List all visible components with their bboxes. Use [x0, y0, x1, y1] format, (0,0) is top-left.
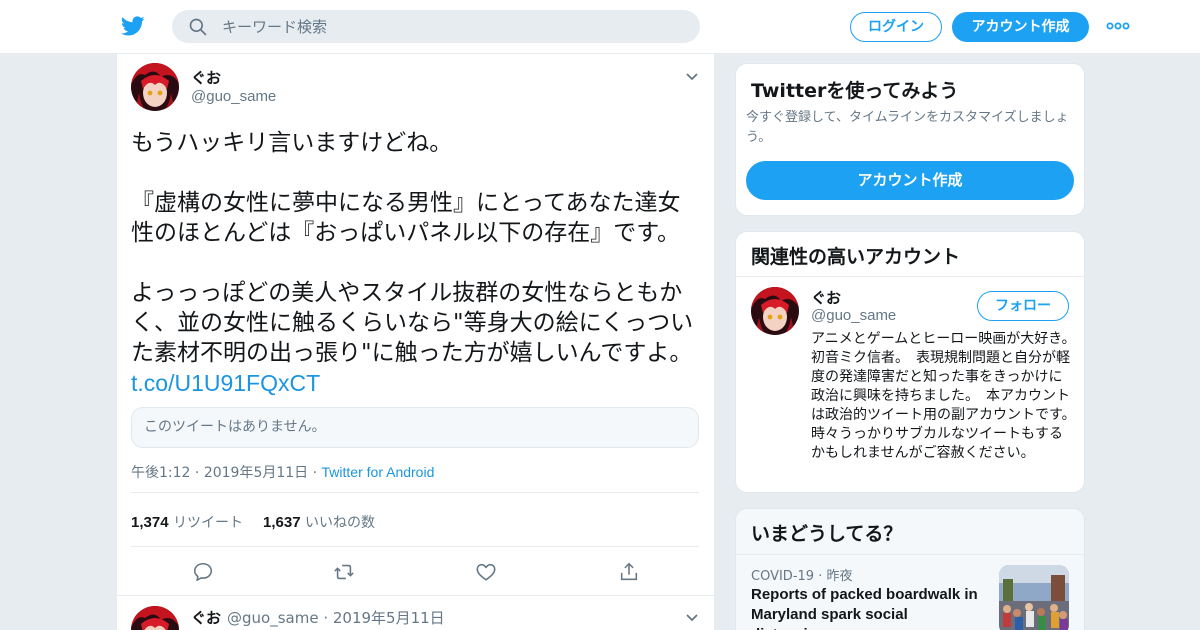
retweet-label[interactable]: リツイート [173, 515, 243, 531]
related-name[interactable]: ぐお [811, 287, 841, 308]
whats-happening-card: いまどうしてる？ COVID-19 · 昨夜 Reports of packed… [735, 508, 1085, 630]
meta-separator: · [190, 465, 204, 481]
login-button[interactable]: ログイン [850, 12, 942, 42]
trend-image[interactable] [999, 565, 1069, 630]
share-icon[interactable] [618, 561, 640, 583]
divider [736, 554, 1084, 555]
tweet-meta: 午後1:12 · 2019年5月11日 · Twitter for Androi… [131, 462, 434, 482]
trend-headline[interactable]: Reports of packed boardwalk in Maryland … [751, 585, 983, 630]
retweet-count[interactable]: 1,374 [131, 514, 169, 531]
divider [131, 546, 699, 547]
more-dots-icon[interactable] [1106, 18, 1130, 34]
signup-card: Twitterを使ってみよう 今すぐ登録して、タイムラインをカスタマイズしましょ… [735, 63, 1085, 216]
divider [736, 276, 1084, 277]
trend-meta: COVID-19 · 昨夜 [751, 565, 852, 584]
tweet-paragraph: もうハッキリ言いますけどね。 [131, 130, 453, 156]
like-icon[interactable] [475, 561, 497, 583]
related-bio: アニメとゲームとヒーロー映画が大好き。 初音ミク信者。 表現規制問題と自分が軽度… [811, 331, 1083, 461]
author-handle[interactable]: @guo_same [191, 88, 276, 105]
search-box[interactable] [172, 10, 700, 43]
next-tweet-author-handle[interactable]: @guo_same [227, 609, 319, 627]
tweet-column: ぐお @guo_same もうハッキリ言いますけどね。 『虚構の女性に夢中になる… [116, 54, 715, 630]
whats-happening-title: いまどうしてる？ [751, 523, 903, 545]
meta-separator: · [308, 465, 322, 481]
avatar[interactable] [131, 63, 179, 111]
tweet-link[interactable]: t.co/U1U91FQxCT [131, 370, 320, 396]
meta-separator: · [814, 569, 827, 584]
trend-time: 昨夜 [826, 569, 853, 584]
related-accounts-card: 関連性の高いアカウント ぐお @guo_same フォロー アニメとゲームとヒー… [735, 231, 1085, 493]
tweet-stats: 1,374 リツイート 1,637 いいねの数 [131, 512, 375, 532]
divider [131, 492, 699, 493]
tweet-paragraph-text: よっっっぽどの美人やスタイル抜群の女性ならともかく、並の女性に触るくらいなら"等… [131, 280, 700, 366]
search-input[interactable] [222, 10, 682, 43]
signup-card-subtitle: 今すぐ登録して、タイムラインをカスタマイズしましょう。 [746, 110, 1069, 145]
next-tweet-author-name[interactable]: ぐお [191, 607, 221, 628]
reply-icon[interactable] [192, 561, 214, 583]
related-handle[interactable]: @guo_same [811, 307, 896, 324]
tweet-paragraph: 『虚構の女性に夢中になる男性』にとってあなた達女性のほとんどは『おっぱいパネル以… [131, 190, 681, 246]
search-icon [189, 18, 207, 36]
follow-button[interactable]: フォロー [977, 291, 1069, 321]
meta-separator: · [318, 609, 333, 627]
tweet-date[interactable]: 2019年5月11日 [204, 465, 308, 481]
tweet-source[interactable]: Twitter for Android [322, 464, 435, 480]
retweet-icon[interactable] [333, 561, 355, 583]
tweet-text: もうハッキリ言いますけどね。 『虚構の女性に夢中になる男性』にとってあなた達女性… [131, 128, 703, 399]
signup-card-title: Twitterを使ってみよう [751, 80, 959, 102]
next-tweet-header: @guo_same · 2019年5月11日 [227, 607, 445, 628]
like-count[interactable]: 1,637 [263, 514, 301, 531]
quoted-tweet-unavailable: このツイートはありません。 [131, 407, 699, 448]
next-tweet-date[interactable]: 2019年5月11日 [333, 609, 445, 627]
twitter-bird-icon[interactable] [120, 14, 146, 38]
author-name[interactable]: ぐお [191, 67, 221, 88]
signup-card-button[interactable]: アカウント作成 [746, 161, 1074, 200]
tweet-paragraph: よっっっぽどの美人やスタイル抜群の女性ならともかく、並の女性に触るくらいなら"等… [131, 278, 703, 399]
top-bar: ログイン アカウント作成 [0, 0, 1200, 54]
trend-category: COVID-19 [751, 569, 815, 584]
chevron-down-icon[interactable] [685, 613, 699, 623]
signup-button[interactable]: アカウント作成 [952, 12, 1089, 42]
avatar[interactable] [751, 287, 799, 335]
tweet-time[interactable]: 午後1:12 [131, 465, 190, 481]
divider [117, 595, 714, 596]
chevron-down-icon[interactable] [685, 72, 699, 82]
avatar[interactable] [131, 606, 179, 630]
like-label[interactable]: いいねの数 [305, 515, 375, 531]
related-title: 関連性の高いアカウント [751, 246, 961, 268]
